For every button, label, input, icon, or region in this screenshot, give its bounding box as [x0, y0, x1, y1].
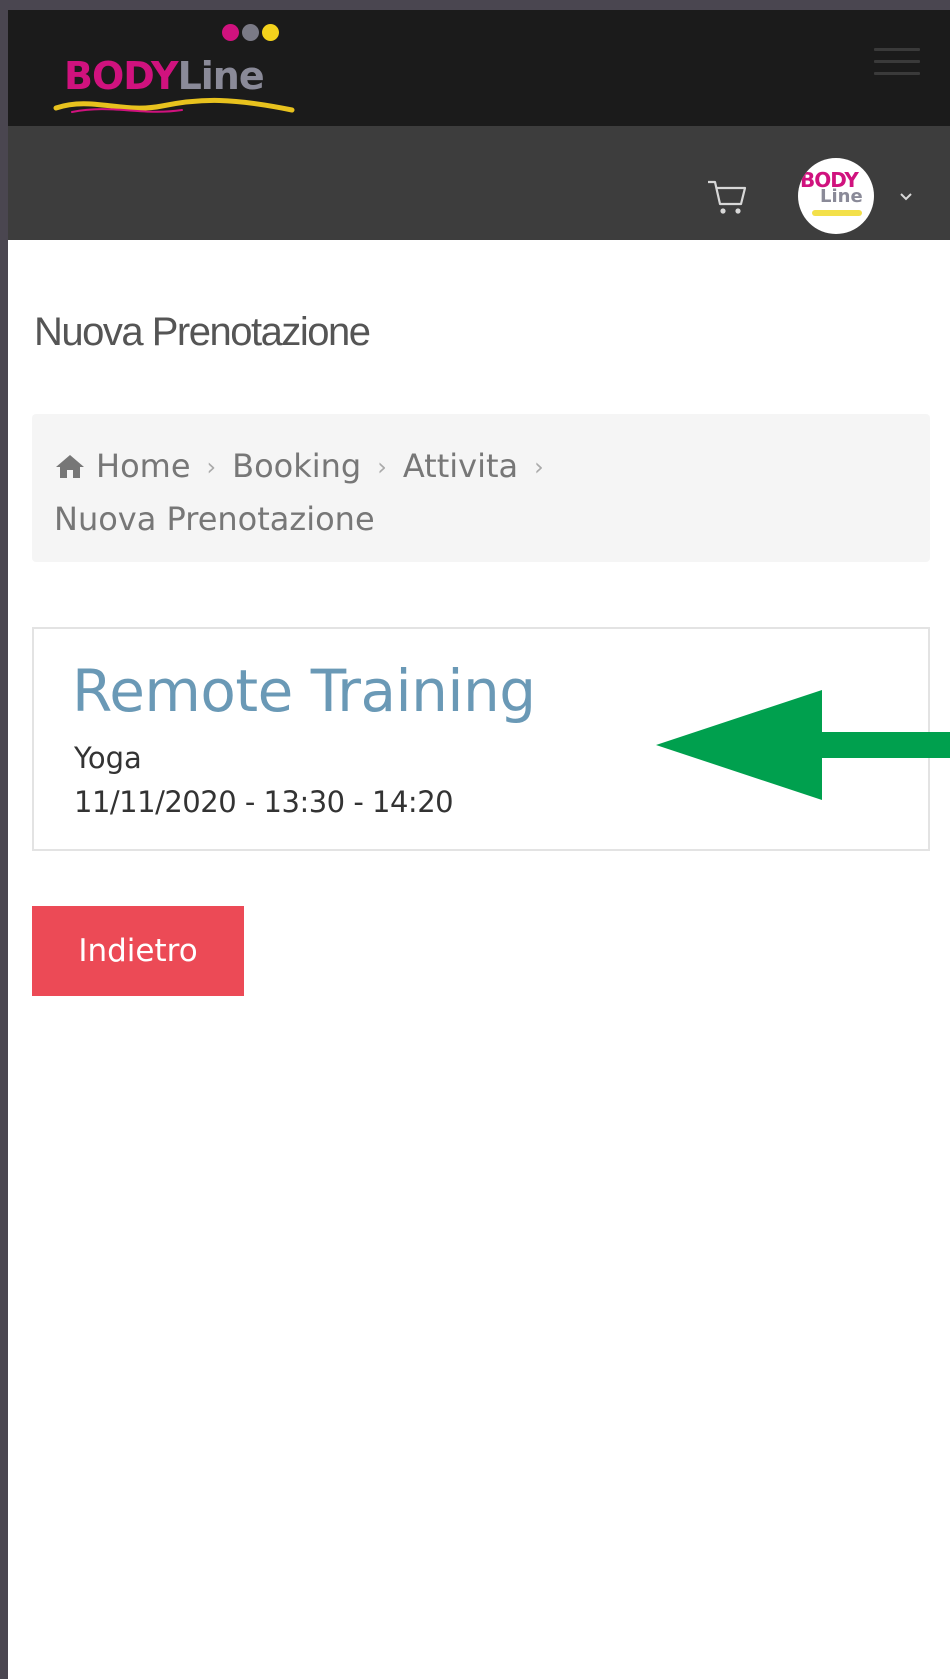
back-button[interactable]: Indietro	[32, 906, 244, 996]
breadcrumb-separator: ›	[534, 453, 544, 481]
shopping-cart-icon[interactable]	[705, 174, 749, 218]
breadcrumb-home[interactable]: Home	[96, 447, 191, 485]
avatar[interactable]: BODY Line	[798, 158, 874, 234]
bodyline-logo[interactable]: BODYLine	[52, 18, 302, 118]
breadcrumb-current: Nuova Prenotazione	[54, 500, 375, 538]
breadcrumb-booking[interactable]: Booking	[232, 447, 361, 485]
avatar-logo-bar	[812, 210, 862, 216]
top-navbar: BODYLine	[8, 10, 950, 126]
chevron-down-icon[interactable]	[898, 188, 914, 204]
breadcrumb-separator: ›	[206, 453, 217, 481]
hamburger-menu-icon[interactable]	[874, 48, 920, 84]
avatar-text-line: Line	[820, 186, 863, 207]
booking-activity: Yoga	[74, 741, 142, 775]
breadcrumb-separator: ›	[377, 453, 387, 481]
logo-swoosh	[53, 97, 295, 113]
app-frame: BODYLine BODY Line Nuova Prenotazione Ho…	[8, 10, 950, 1679]
breadcrumb-attivita[interactable]: Attivita	[403, 447, 518, 485]
arrow-left-icon	[656, 690, 950, 800]
booking-datetime: 11/11/2020 - 13:30 - 14:20	[74, 785, 454, 819]
logo-social-dots	[222, 24, 282, 45]
breadcrumb: Home › Booking › Attivita › Nuova Prenotazion…	[32, 414, 930, 562]
page-title: Nuova Prenotazione	[34, 310, 371, 354]
home-icon	[56, 455, 84, 478]
booking-title: Remote Training	[72, 657, 536, 725]
